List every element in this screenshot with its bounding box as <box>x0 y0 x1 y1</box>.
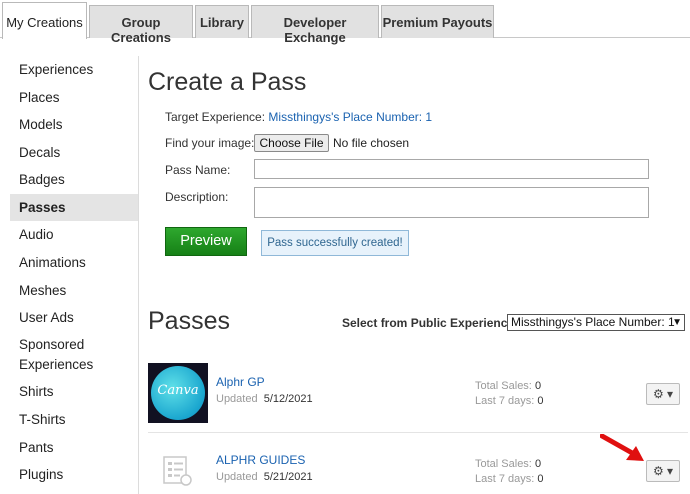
sidebar-item-pants[interactable]: Pants <box>10 437 138 459</box>
pass-last-7-days: Last 7 days: 0 <box>475 473 544 485</box>
sidebar-item-user-ads[interactable]: User Ads <box>10 307 138 329</box>
row-divider <box>148 432 688 433</box>
pass-name-link[interactable]: Alphr GP <box>216 375 265 389</box>
sidebar-item-animations[interactable]: Animations <box>10 252 138 274</box>
gear-menu-button[interactable]: ⚙ ▾ <box>646 460 680 482</box>
target-experience-row: Target Experience: Missthingys's Place N… <box>165 110 432 124</box>
experience-select[interactable]: Missthingys's Place Number: 1 ▼ <box>507 314 685 331</box>
sidebar-item-meshes[interactable]: Meshes <box>10 280 138 302</box>
sidebar-item-decals[interactable]: Decals <box>10 142 138 164</box>
passes-heading: Passes <box>148 307 230 335</box>
find-image-label: Find your image: <box>165 136 255 150</box>
no-file-chosen-text: No file chosen <box>333 136 410 150</box>
pass-thumbnail[interactable]: Canva <box>148 363 208 423</box>
canva-logo-text: Canva <box>157 383 199 398</box>
select-experience-label: Select from Public Experiences: <box>342 316 525 330</box>
success-message: Pass successfully created! <box>261 230 409 256</box>
sidebar-item-experiences[interactable]: Experiences <box>10 59 138 81</box>
page-title: Create a Pass <box>148 68 307 96</box>
pass-last-7-days: Last 7 days: 0 <box>475 395 544 407</box>
sidebar-item-t-shirts[interactable]: T-Shirts <box>10 409 138 431</box>
sidebar-item-audio[interactable]: Audio <box>10 224 138 246</box>
experience-select-value: Missthingys's Place Number: 1 <box>511 315 675 329</box>
target-experience-label: Target Experience: <box>165 110 266 124</box>
sidebar-item-passes[interactable]: Passes <box>10 194 138 221</box>
description-label: Description: <box>165 190 229 204</box>
pass-name-label: Pass Name: <box>165 163 231 177</box>
placeholder-image-icon <box>163 456 192 486</box>
chevron-down-icon: ▼ <box>672 317 682 328</box>
tab-premium-payouts[interactable]: Premium Payouts <box>381 5 494 38</box>
red-arrow-annotation <box>600 434 644 461</box>
tab-developer-exchange[interactable]: Developer Exchange <box>251 5 379 45</box>
tab-group-creations[interactable]: Group Creations <box>89 5 193 45</box>
tab-bar: My Creations Group Creations Library Dev… <box>0 0 690 45</box>
pass-name-link[interactable]: ALPHR GUIDES <box>216 453 305 467</box>
gear-menu-button[interactable]: ⚙ ▾ <box>646 383 680 405</box>
pass-updated: Updated 5/21/2021 <box>216 471 313 483</box>
sidebar-item-badges[interactable]: Badges <box>10 169 138 191</box>
tab-library[interactable]: Library <box>195 5 249 38</box>
pass-name-input[interactable] <box>254 159 649 179</box>
sidebar-item-sponsored-experiences[interactable]: Sponsored Experiences <box>10 335 130 375</box>
choose-file-button[interactable]: Choose File <box>254 134 329 152</box>
gear-icon: ⚙ ▾ <box>652 387 674 401</box>
sidebar-item-places[interactable]: Places <box>10 87 138 109</box>
pass-updated: Updated 5/12/2021 <box>216 393 313 405</box>
sidebar-divider <box>138 56 139 494</box>
sidebar-item-models[interactable]: Models <box>10 114 138 136</box>
target-experience-link[interactable]: Missthingys's Place Number: 1 <box>268 110 432 124</box>
sidebar-item-plugins[interactable]: Plugins <box>10 464 138 486</box>
tab-my-creations[interactable]: My Creations <box>2 2 87 39</box>
preview-button[interactable]: Preview <box>165 227 247 256</box>
gear-icon: ⚙ ▾ <box>652 464 674 478</box>
pass-total-sales: Total Sales: 0 <box>475 380 542 392</box>
pass-total-sales: Total Sales: 0 <box>475 458 542 470</box>
description-input[interactable] <box>254 187 649 218</box>
sidebar-item-shirts[interactable]: Shirts <box>10 381 138 403</box>
